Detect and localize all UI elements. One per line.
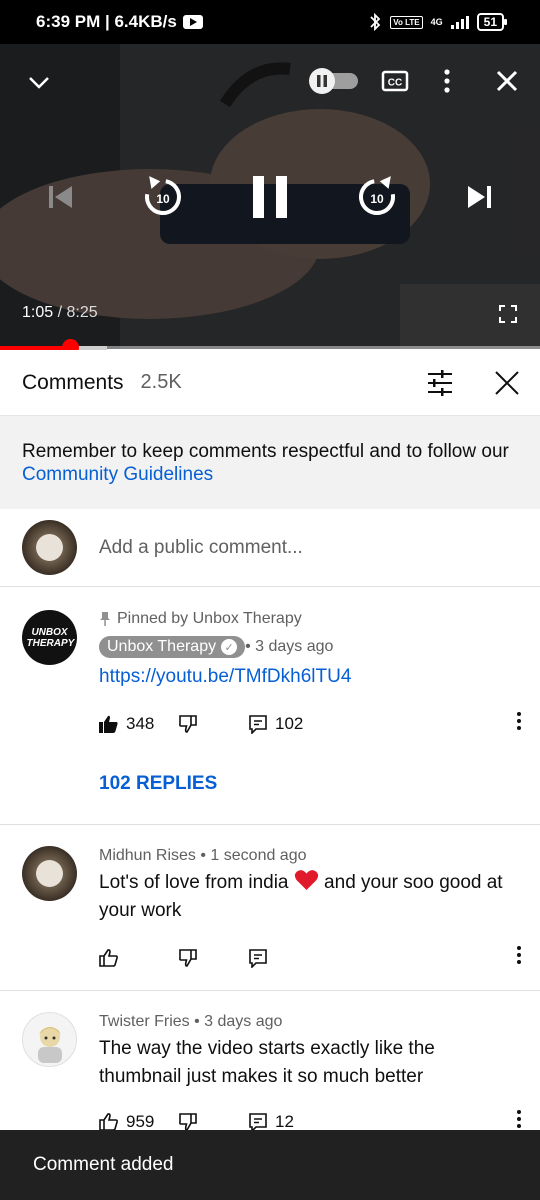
more-options-icon[interactable]: [436, 66, 458, 96]
community-notice: Remember to keep comments respectful and…: [0, 416, 540, 509]
thumbs-down-icon: [179, 715, 197, 733]
red-heart-icon: [294, 870, 318, 890]
status-bar: 6:39 PM | 6.4KB/s Vo LTE 4G 51: [0, 0, 540, 44]
comment-age: • 3 days ago: [245, 638, 334, 655]
volte-icon: Vo LTE: [390, 15, 423, 29]
like-button[interactable]: 348: [99, 714, 179, 734]
thumbs-up-icon: [99, 1113, 118, 1131]
reply-count: 12: [275, 1112, 294, 1131]
comment-item: UNBOX THERAPY Pinned by Unbox Therapy Un…: [0, 588, 540, 824]
toast-text: Comment added: [33, 1154, 174, 1175]
forward-label: 10: [370, 192, 384, 206]
add-comment-row[interactable]: Add a public comment...: [0, 509, 540, 587]
notice-text: Remember to keep comments respectful and…: [22, 441, 509, 462]
collapse-chevron-icon[interactable]: [24, 68, 54, 98]
captions-icon[interactable]: CC: [380, 68, 410, 94]
rewind-10-icon[interactable]: 10: [140, 172, 186, 220]
user-avatar: [22, 520, 77, 575]
add-comment-input[interactable]: Add a public comment...: [99, 537, 303, 559]
dislike-button[interactable]: [179, 715, 249, 733]
sort-filter-icon[interactable]: [426, 370, 454, 401]
thumbs-up-icon: [99, 949, 118, 967]
signal-icon: [450, 15, 469, 29]
reply-count: 102: [275, 714, 304, 733]
view-replies-button[interactable]: 102 REPLIES: [99, 773, 217, 795]
comment-text: Lot's of love from india and your soo go…: [99, 869, 518, 925]
fullscreen-icon[interactable]: [496, 302, 520, 326]
dislike-button[interactable]: [179, 1113, 249, 1131]
verified-check-icon: ✓: [221, 639, 238, 655]
reply-button[interactable]: [249, 948, 339, 968]
like-count: 348: [126, 714, 155, 733]
thumbs-down-icon: [179, 1113, 197, 1131]
reply-button[interactable]: 12: [249, 1112, 339, 1132]
previous-video-icon[interactable]: [44, 181, 76, 213]
pin-icon: [100, 612, 110, 626]
thumbs-up-filled-icon: [99, 715, 118, 733]
pinned-label: Pinned by Unbox Therapy: [99, 610, 518, 628]
comment-link[interactable]: https://youtu.be/TMfDkh6lTU4: [99, 666, 518, 688]
comment-actions: [99, 943, 540, 973]
dislike-button[interactable]: [179, 949, 249, 967]
battery-icon: 51: [476, 13, 508, 31]
rewind-label: 10: [156, 192, 170, 206]
comments-header: Comments 2.5K: [0, 350, 540, 416]
comment-item: Midhun Rises • 1 second ago Lot's of lov…: [0, 825, 540, 990]
close-player-icon[interactable]: [494, 68, 520, 94]
network-type: 4G: [430, 17, 443, 27]
snackbar-toast: Comment added: [0, 1130, 540, 1200]
channel-avatar[interactable]: UNBOX THERAPY: [22, 610, 77, 665]
author-chip[interactable]: Unbox Therapy ✓: [99, 636, 246, 658]
like-button[interactable]: [99, 949, 179, 967]
like-count: 959: [126, 1112, 155, 1131]
comment-more-icon[interactable]: [516, 711, 522, 736]
forward-10-icon[interactable]: 10: [354, 172, 400, 220]
youtube-notification-icon: [182, 15, 203, 29]
autoplay-toggle[interactable]: [308, 68, 360, 94]
bluetooth-icon: [370, 13, 381, 31]
commenter-avatar[interactable]: [22, 846, 77, 901]
like-button[interactable]: 959: [99, 1112, 179, 1132]
community-guidelines-link[interactable]: Community Guidelines: [22, 464, 213, 485]
comment-item: Twister Fries • 3 days ago The way the v…: [0, 991, 540, 1132]
close-comments-icon[interactable]: [494, 370, 520, 401]
comment-more-icon[interactable]: [516, 945, 522, 970]
comment-actions: 348 102: [99, 709, 540, 739]
reply-icon: [249, 714, 267, 734]
time-display: 1:05 / 8:25: [22, 304, 98, 321]
comment-text: The way the video starts exactly like th…: [99, 1038, 435, 1087]
reply-icon: [249, 1112, 267, 1132]
pause-button[interactable]: [248, 174, 292, 220]
thumbs-down-icon: [179, 949, 197, 967]
svg-text:CC: CC: [388, 78, 402, 89]
status-time: 6:39 PM | 6.4KB/s: [36, 12, 177, 31]
current-time: 1:05: [22, 304, 54, 321]
comment-author-age: Twister Fries • 3 days ago: [99, 1013, 283, 1030]
comment-author-age: Midhun Rises • 1 second ago: [99, 847, 307, 864]
video-player[interactable]: CC 10 10 1:05 / 8:25: [0, 44, 540, 349]
comments-title: Comments: [22, 370, 124, 394]
reply-icon: [249, 948, 267, 968]
commenter-avatar[interactable]: [22, 1012, 77, 1067]
comments-count: 2.5K: [140, 371, 182, 393]
duration: 8:25: [66, 304, 98, 321]
next-video-icon[interactable]: [464, 181, 496, 213]
reply-button[interactable]: 102: [249, 714, 339, 734]
